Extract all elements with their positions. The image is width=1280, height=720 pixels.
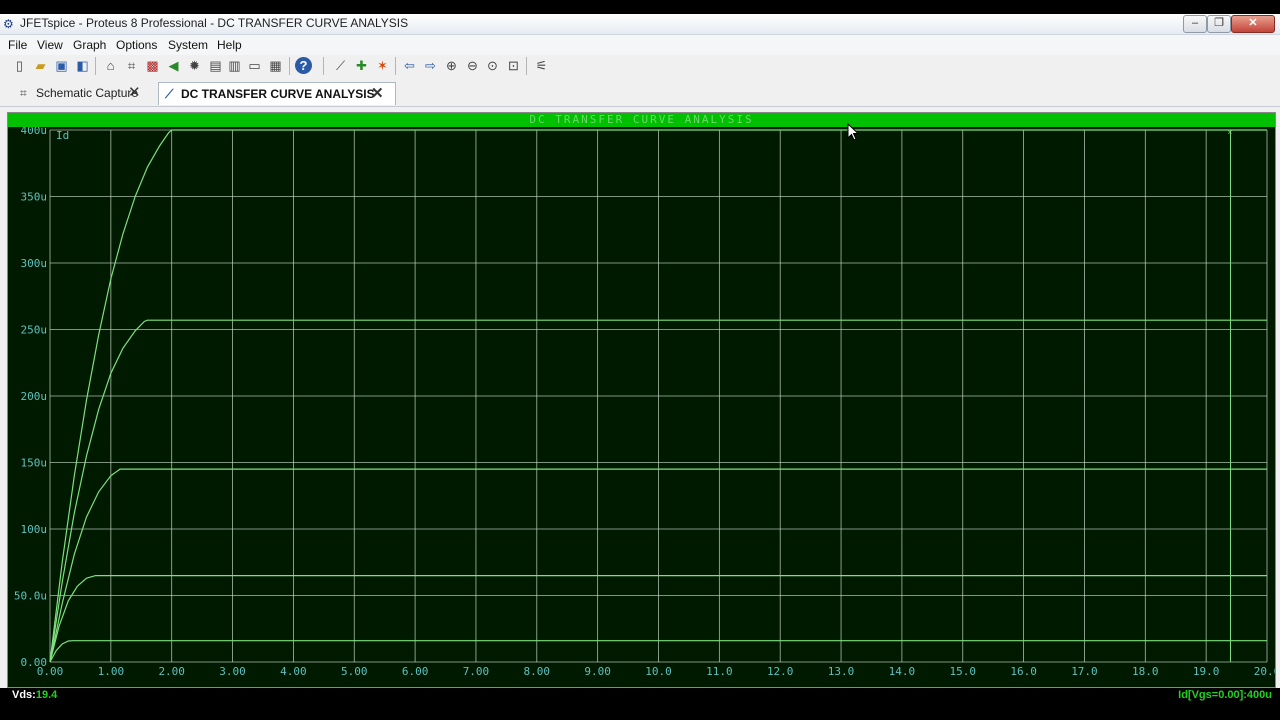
help-icon[interactable]: ?	[295, 57, 312, 74]
zoom-area-icon[interactable]: ⊡	[505, 57, 522, 74]
screen-top-strip	[0, 0, 1280, 14]
minimize-button[interactable]: ‒	[1183, 15, 1207, 33]
close-button[interactable]: ✕	[1231, 15, 1275, 33]
toolbar-separator	[95, 57, 96, 75]
window-title: JFETspice - Proteus 8 Professional - DC …	[20, 16, 409, 30]
x-tick-label: 1.00	[98, 665, 125, 678]
x-tick-label: 17.0	[1071, 665, 1098, 678]
maximize-button[interactable]: ❐	[1207, 15, 1231, 33]
y-tick-label: 300u	[21, 257, 48, 270]
y-tick-label: 200u	[21, 390, 48, 403]
schematic-icon: ⌗	[20, 86, 27, 100]
menu-bar: File View Graph Options System Help	[0, 35, 1280, 55]
toolbar-separator	[395, 57, 396, 75]
y-tick-label: 250u	[21, 324, 48, 337]
zoom-in-icon[interactable]: ⊕	[443, 57, 460, 74]
menu-options[interactable]: Options	[116, 38, 157, 52]
graph-panel[interactable]: DC TRANSFER CURVE ANALYSIS 0.00 1.00 2.00 3…	[7, 112, 1276, 688]
graph-settings-icon[interactable]: ⚟	[533, 57, 550, 74]
graph-edit-icon[interactable]: ⟋	[332, 57, 349, 74]
tab-label: Schematic Capture	[36, 86, 139, 100]
x-tick-label: 5.00	[341, 665, 368, 678]
close-tab-icon[interactable]: ✕	[371, 83, 384, 105]
zoom-out-icon[interactable]: ⊖	[464, 57, 481, 74]
clipboard-icon[interactable]: ▤	[207, 57, 224, 74]
graph-title: DC TRANSFER CURVE ANALYSIS	[529, 113, 754, 126]
x-tick-label: 16.0	[1010, 665, 1037, 678]
zoom-all-icon[interactable]: ⊙	[484, 57, 501, 74]
x-tick-label: 7.00	[463, 665, 490, 678]
y-tick-label: 400u	[21, 127, 48, 137]
simulate-icon[interactable]: ✶	[374, 57, 391, 74]
toolbar: ▯ ▰ ▣ ◧ ⌂ ⌗ ▩ ◀ ✹ ▤ ▥ ▭ ▦ ? ⟋ ✚ ✶ ⇦ ⇨ ⊕ …	[0, 55, 1280, 77]
status-bar: Vds:19.4 Id[Vgs=0.00]:400u	[0, 688, 1280, 704]
x-tick-label: 2.00	[158, 665, 185, 678]
y-tick-label: 0.00	[21, 656, 48, 669]
menu-system[interactable]: System	[168, 38, 208, 52]
menu-graph[interactable]: Graph	[73, 38, 106, 52]
menu-help[interactable]: Help	[217, 38, 242, 52]
arrow-right-icon[interactable]: ⇨	[422, 57, 439, 74]
tab-bar: ⌗ Schematic Capture ✕ ⟋ DC TRANSFER CURV…	[0, 80, 1280, 107]
settings-gear-icon[interactable]: ✹	[186, 57, 203, 74]
screen-bottom-strip	[0, 704, 1280, 720]
plot-area[interactable]: 0.00 1.00 2.00 3.00 4.00 5.00 6.00 7.00 8.00 9.00…	[8, 127, 1275, 687]
x-tick-label: 11.0	[706, 665, 733, 678]
x-tick-label: 14.0	[889, 665, 916, 678]
x-tick-label: 13.0	[828, 665, 855, 678]
x-tick-label: 20.0	[1254, 665, 1275, 678]
back-play-icon[interactable]: ◀	[165, 57, 182, 74]
tab-schematic-capture[interactable]: ⌗ Schematic Capture ✕	[14, 82, 146, 104]
x-tick-label: 3.00	[219, 665, 246, 678]
x-tick-label: 10.0	[645, 665, 672, 678]
arrow-left-icon[interactable]: ⇦	[401, 57, 418, 74]
status-cursor-label: Vds:	[12, 689, 36, 701]
graph-icon: ⟋	[165, 87, 174, 101]
graph-header-bar: DC TRANSFER CURVE ANALYSIS	[8, 113, 1275, 127]
status-cursor-readout: Vds:19.4	[12, 689, 57, 701]
title-bar: ⚙ JFETspice - Proteus 8 Professional - D…	[0, 14, 1280, 35]
new-file-icon[interactable]: ▯	[11, 57, 28, 74]
cursor-marker: ×	[1227, 128, 1232, 137]
tab-label: DC TRANSFER CURVE ANALYSIS	[181, 87, 375, 101]
open-folder-icon[interactable]: ▰	[32, 57, 49, 74]
toolbar-separator	[289, 57, 290, 75]
toolbar-separator	[526, 57, 527, 75]
x-tick-label: 18.0	[1132, 665, 1159, 678]
save-icon[interactable]: ▣	[53, 57, 70, 74]
close-tab-icon[interactable]: ✕	[128, 82, 141, 104]
import-icon[interactable]: ◧	[74, 57, 91, 74]
ruler-icon[interactable]: ▭	[246, 57, 263, 74]
add-trace-icon[interactable]: ✚	[353, 57, 370, 74]
x-tick-label: 9.00	[584, 665, 611, 678]
x-tick-label: 6.00	[402, 665, 429, 678]
document-icon[interactable]: ▥	[226, 57, 243, 74]
trace-label: Id	[56, 129, 69, 142]
y-tick-label: 100u	[21, 523, 48, 536]
menu-file[interactable]: File	[8, 38, 27, 52]
x-tick-label: 15.0	[950, 665, 977, 678]
chip-icon[interactable]: ▩	[144, 57, 161, 74]
y-tick-label: 150u	[21, 457, 48, 470]
home-icon[interactable]: ⌂	[102, 57, 119, 74]
x-tick-label: 12.0	[767, 665, 794, 678]
mouse-pointer-icon	[847, 123, 859, 141]
status-cursor-value: 19.4	[35, 689, 58, 701]
x-tick-label: 4.00	[280, 665, 307, 678]
x-tick-label: 19.0	[1193, 665, 1220, 678]
page-icon[interactable]: ▦	[267, 57, 284, 74]
status-trace-readout: Id[Vgs=0.00]:400u	[1178, 689, 1272, 701]
component-icon[interactable]: ⌗	[123, 57, 140, 74]
y-tick-label: 50.0u	[14, 590, 47, 603]
app-icon: ⚙	[3, 17, 14, 31]
toolbar-separator	[323, 57, 324, 75]
tab-dc-transfer-curve[interactable]: ⟋ DC TRANSFER CURVE ANALYSIS ✕	[158, 82, 396, 105]
menu-view[interactable]: View	[37, 38, 63, 52]
y-tick-label: 350u	[21, 191, 48, 204]
x-tick-label: 8.00	[524, 665, 551, 678]
